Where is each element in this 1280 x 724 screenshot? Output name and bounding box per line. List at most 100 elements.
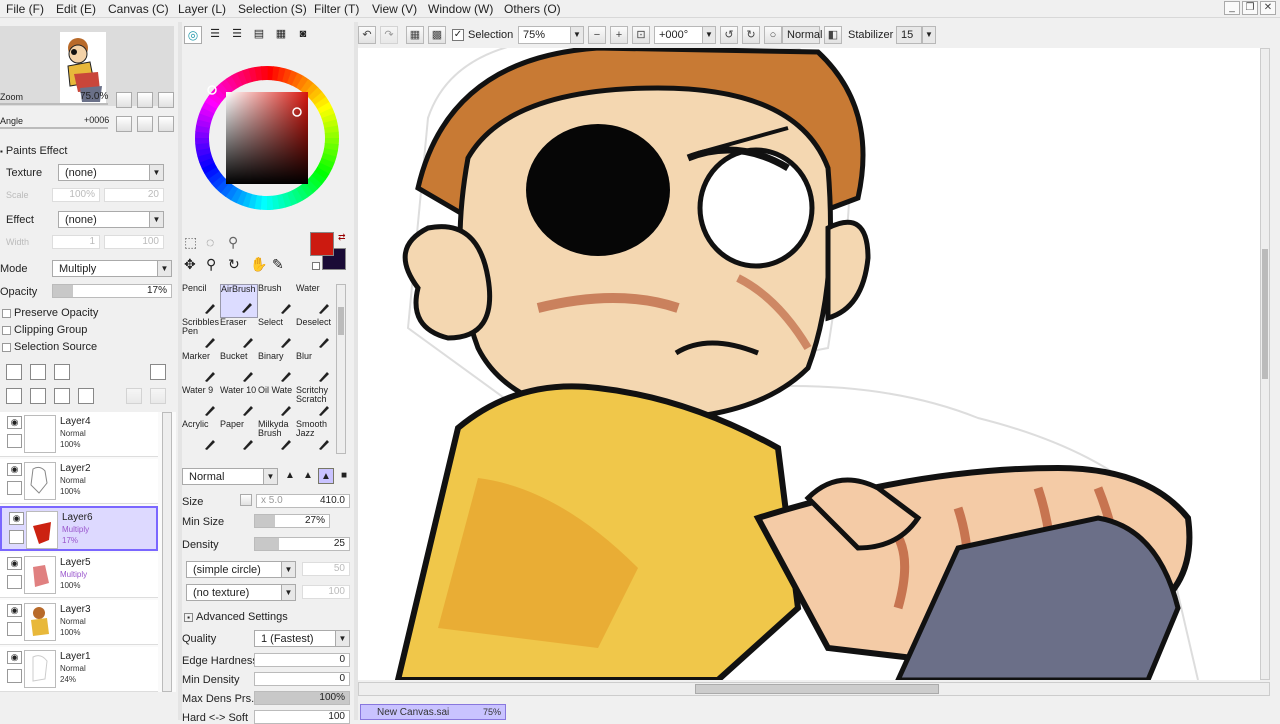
tool-brush[interactable]: Brush (258, 284, 296, 318)
tool-acrylic[interactable]: Acrylic (182, 420, 220, 454)
color-wheel-tab-icon[interactable]: ◎ (184, 26, 202, 44)
invert-selection-icon[interactable]: ▩ (428, 26, 446, 44)
undo-icon[interactable]: ↶ (358, 26, 376, 44)
menu-selection[interactable]: Selection (S) (238, 2, 307, 16)
canvas-hscrollbar[interactable] (358, 682, 1270, 696)
magic-wand-icon[interactable]: ⚲ (228, 234, 238, 251)
menu-filter[interactable]: Filter (T) (314, 2, 359, 16)
angle-slider[interactable] (0, 127, 108, 129)
lock-icon[interactable] (7, 434, 22, 448)
zoom-dropdown-icon[interactable]: ▼ (570, 26, 584, 44)
transfer-down-icon[interactable] (6, 388, 22, 404)
brush-blend-dropdown[interactable]: Normal ▼ (182, 468, 278, 485)
flat-edge-icon[interactable]: ■ (336, 468, 352, 484)
lasso-icon[interactable]: ◌ (206, 234, 214, 250)
swap-colors-icon[interactable]: ⇄ (338, 232, 346, 243)
swatches-tab-icon[interactable]: ▦ (272, 26, 290, 44)
menu-others[interactable]: Others (O) (504, 2, 561, 16)
max-dens-slider[interactable]: 100% (254, 691, 350, 705)
quality-dropdown[interactable]: 1 (Fastest) ▼ (254, 630, 350, 647)
layer-item[interactable]: ◉ Layer3 Normal 100% (0, 600, 158, 645)
tool-binary[interactable]: Binary (258, 352, 296, 386)
tool-scrollbar[interactable] (336, 284, 346, 454)
zoom-icon[interactable]: ⚲ (206, 256, 216, 273)
rgb-slider-tab-icon[interactable]: ☰ (206, 26, 224, 44)
rect-select-icon[interactable]: ⬚ (184, 234, 197, 251)
zoom-out-icon[interactable]: − (588, 26, 606, 44)
document-tab[interactable]: New Canvas.sai 75% (360, 704, 506, 720)
zoom-in-icon[interactable]: + (610, 26, 628, 44)
tool-water[interactable]: Water (296, 284, 334, 318)
tool-smooth-jazz[interactable]: Smooth Jazz (296, 420, 334, 454)
tool-marker[interactable]: Marker (182, 352, 220, 386)
canvas-vscroll-thumb[interactable] (1262, 249, 1268, 379)
deselect-icon[interactable]: ▦ (406, 26, 424, 44)
zoom-reset-icon[interactable]: ⊡ (632, 26, 650, 44)
mixer-tab-icon[interactable]: ▤ (250, 26, 268, 44)
menu-layer[interactable]: Layer (L) (178, 2, 226, 16)
zoom-fit-icon[interactable] (158, 92, 174, 108)
size-slider[interactable]: x 5.0 410.0 (256, 494, 350, 508)
zoom-field[interactable]: 75% (518, 26, 572, 44)
tool-water-10[interactable]: Water 10 (220, 386, 258, 420)
tool-paper[interactable]: Paper (220, 420, 258, 454)
layer-menu-icon[interactable] (150, 364, 166, 380)
new-vector-layer-icon[interactable] (30, 364, 46, 380)
view-mode-field[interactable]: Normal (782, 26, 822, 44)
angle-dropdown-icon[interactable]: ▼ (702, 26, 716, 44)
apply-mask-icon[interactable] (126, 388, 142, 404)
selection-checkbox[interactable]: ✓ (452, 29, 464, 41)
eye-icon[interactable]: ◉ (7, 651, 22, 664)
brush-lock-icon[interactable] (9, 530, 24, 544)
eye-icon[interactable]: ◉ (7, 557, 22, 570)
rotate-ccw-icon[interactable] (116, 116, 132, 132)
menu-canvas[interactable]: Canvas (C) (108, 2, 169, 16)
stabilizer-dropdown-icon[interactable]: ▼ (922, 26, 936, 44)
primary-color-swatch[interactable] (310, 232, 334, 256)
canvas-hscroll-thumb[interactable] (695, 684, 939, 694)
layer-item[interactable]: ◉ Layer5 Multiply 100% (0, 553, 158, 598)
layer-item[interactable]: ◉ Layer1 Normal 24% (0, 647, 158, 692)
rotate-right-icon[interactable]: ↻ (742, 26, 760, 44)
hard-soft-slider[interactable]: 100 (254, 710, 350, 724)
brush-shape-dropdown[interactable]: (simple circle) ▼ (186, 561, 296, 578)
move-icon[interactable]: ✥ (184, 256, 196, 273)
menu-edit[interactable]: Edit (E) (56, 2, 96, 16)
tool-select[interactable]: Select (258, 318, 296, 352)
tool-pencil[interactable]: Pencil (182, 284, 220, 318)
tool-deselect[interactable]: Deselect (296, 318, 334, 352)
selection-source-checkbox[interactable]: Selection Source (2, 341, 97, 353)
redo-icon[interactable]: ↷ (380, 26, 398, 44)
scale-num-bar[interactable]: 20 (104, 188, 164, 202)
layer-item[interactable]: ◉ Layer2 Normal 100% (0, 459, 158, 504)
menu-file[interactable]: File (F) (6, 2, 44, 16)
angle-field[interactable]: +000° (654, 26, 704, 44)
flip-icon[interactable]: ◧ (824, 26, 842, 44)
rotate-cw-icon[interactable] (137, 116, 153, 132)
menu-window[interactable]: Window (W) (428, 2, 493, 16)
zoom-plus-icon[interactable] (137, 92, 153, 108)
layer-scrollbar[interactable] (162, 412, 172, 692)
clipping-group-checkbox[interactable]: Clipping Group (2, 324, 87, 336)
delete-layer-icon[interactable] (78, 388, 94, 404)
soft-edge-icon[interactable]: ▲ (318, 468, 334, 484)
rotate-reset-icon[interactable]: ○ (764, 26, 782, 44)
tool-eraser[interactable]: Eraser (220, 318, 258, 352)
shape-strength-bar[interactable]: 50 (302, 562, 350, 576)
lock-icon[interactable] (7, 622, 22, 636)
hsv-slider-tab-icon[interactable]: ☰ (228, 26, 246, 44)
hard-edge-icon[interactable]: ▲ (282, 468, 298, 484)
new-layer-icon[interactable] (6, 364, 22, 380)
rotate-zero-icon[interactable] (158, 116, 174, 132)
minimize-icon[interactable]: _ (1224, 1, 1240, 15)
eye-icon[interactable]: ◉ (7, 416, 22, 429)
drawing-canvas[interactable] (358, 48, 1270, 680)
eye-icon[interactable]: ◉ (7, 463, 22, 476)
brush-texture-dropdown[interactable]: (no texture) ▼ (186, 584, 296, 601)
layer-item-selected[interactable]: ◉ Layer6 Multiply 17% (0, 506, 158, 551)
tool-scroll-thumb[interactable] (338, 307, 344, 335)
new-folder-icon[interactable] (54, 364, 70, 380)
merge-down-icon[interactable] (30, 388, 46, 404)
zoom-slider[interactable] (0, 103, 108, 105)
tool-bucket[interactable]: Bucket (220, 352, 258, 386)
